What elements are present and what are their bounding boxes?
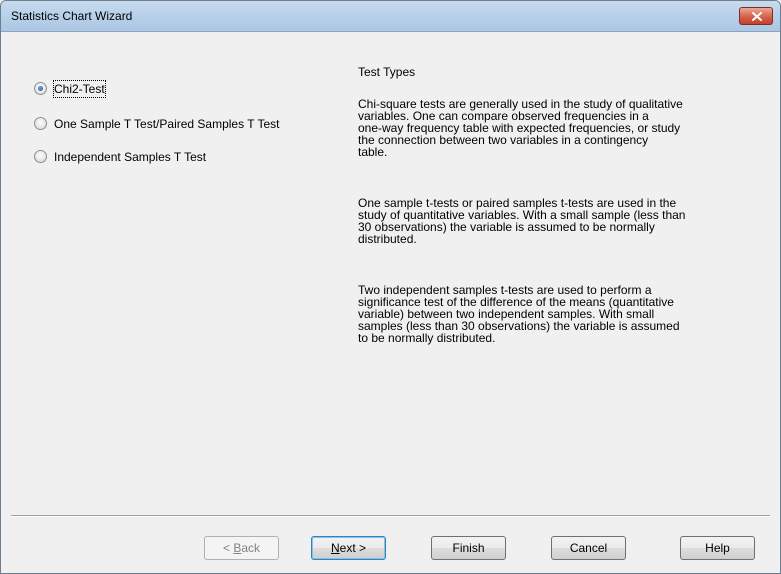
- next-button[interactable]: Next >: [311, 536, 386, 560]
- title-bar[interactable]: Statistics Chart Wizard: [1, 1, 780, 32]
- back-button-label: ack: [241, 541, 261, 555]
- description-heading: Test Types: [358, 65, 416, 79]
- description-paragraph-one-sample: One sample t-tests or paired samples t-t…: [358, 197, 763, 245]
- description-line: the connection between two variables in …: [358, 133, 649, 147]
- next-button-label: ext >: [339, 541, 367, 555]
- description-paragraph-chi2: Chi-square tests are generally used in t…: [358, 98, 763, 158]
- description-paragraph-independent: Two independent samples t-tests are used…: [358, 284, 763, 344]
- window-title: Statistics Chart Wizard: [11, 9, 133, 23]
- back-button-prefix: <: [222, 541, 234, 555]
- description-line: table.: [358, 145, 388, 159]
- radio-button[interactable]: [34, 117, 47, 130]
- help-button[interactable]: Help: [680, 536, 755, 560]
- radio-label[interactable]: Chi2-Test: [53, 80, 106, 98]
- description-line: distributed.: [358, 232, 417, 246]
- back-button[interactable]: < Back: [204, 536, 279, 560]
- finish-button[interactable]: Finish: [431, 536, 506, 560]
- radio-button[interactable]: [34, 82, 47, 95]
- next-button-mnemonic: N: [330, 541, 340, 555]
- wizard-window: Statistics Chart Wizard Chi2-Test One Sa…: [0, 0, 781, 574]
- description-line: 30 observations) the variable is assumed…: [358, 220, 655, 234]
- radio-label[interactable]: One Sample T Test/Paired Samples T Test: [54, 116, 279, 132]
- description-line: to be normally distributed.: [358, 331, 496, 345]
- wizard-body: Chi2-Test One Sample T Test/Paired Sampl…: [1, 32, 780, 573]
- close-icon: [752, 12, 762, 21]
- close-button[interactable]: [739, 7, 773, 25]
- radio-button[interactable]: [34, 150, 47, 163]
- button-separator: [11, 515, 770, 517]
- radio-label[interactable]: Independent Samples T Test: [54, 149, 206, 165]
- cancel-button[interactable]: Cancel: [551, 536, 626, 560]
